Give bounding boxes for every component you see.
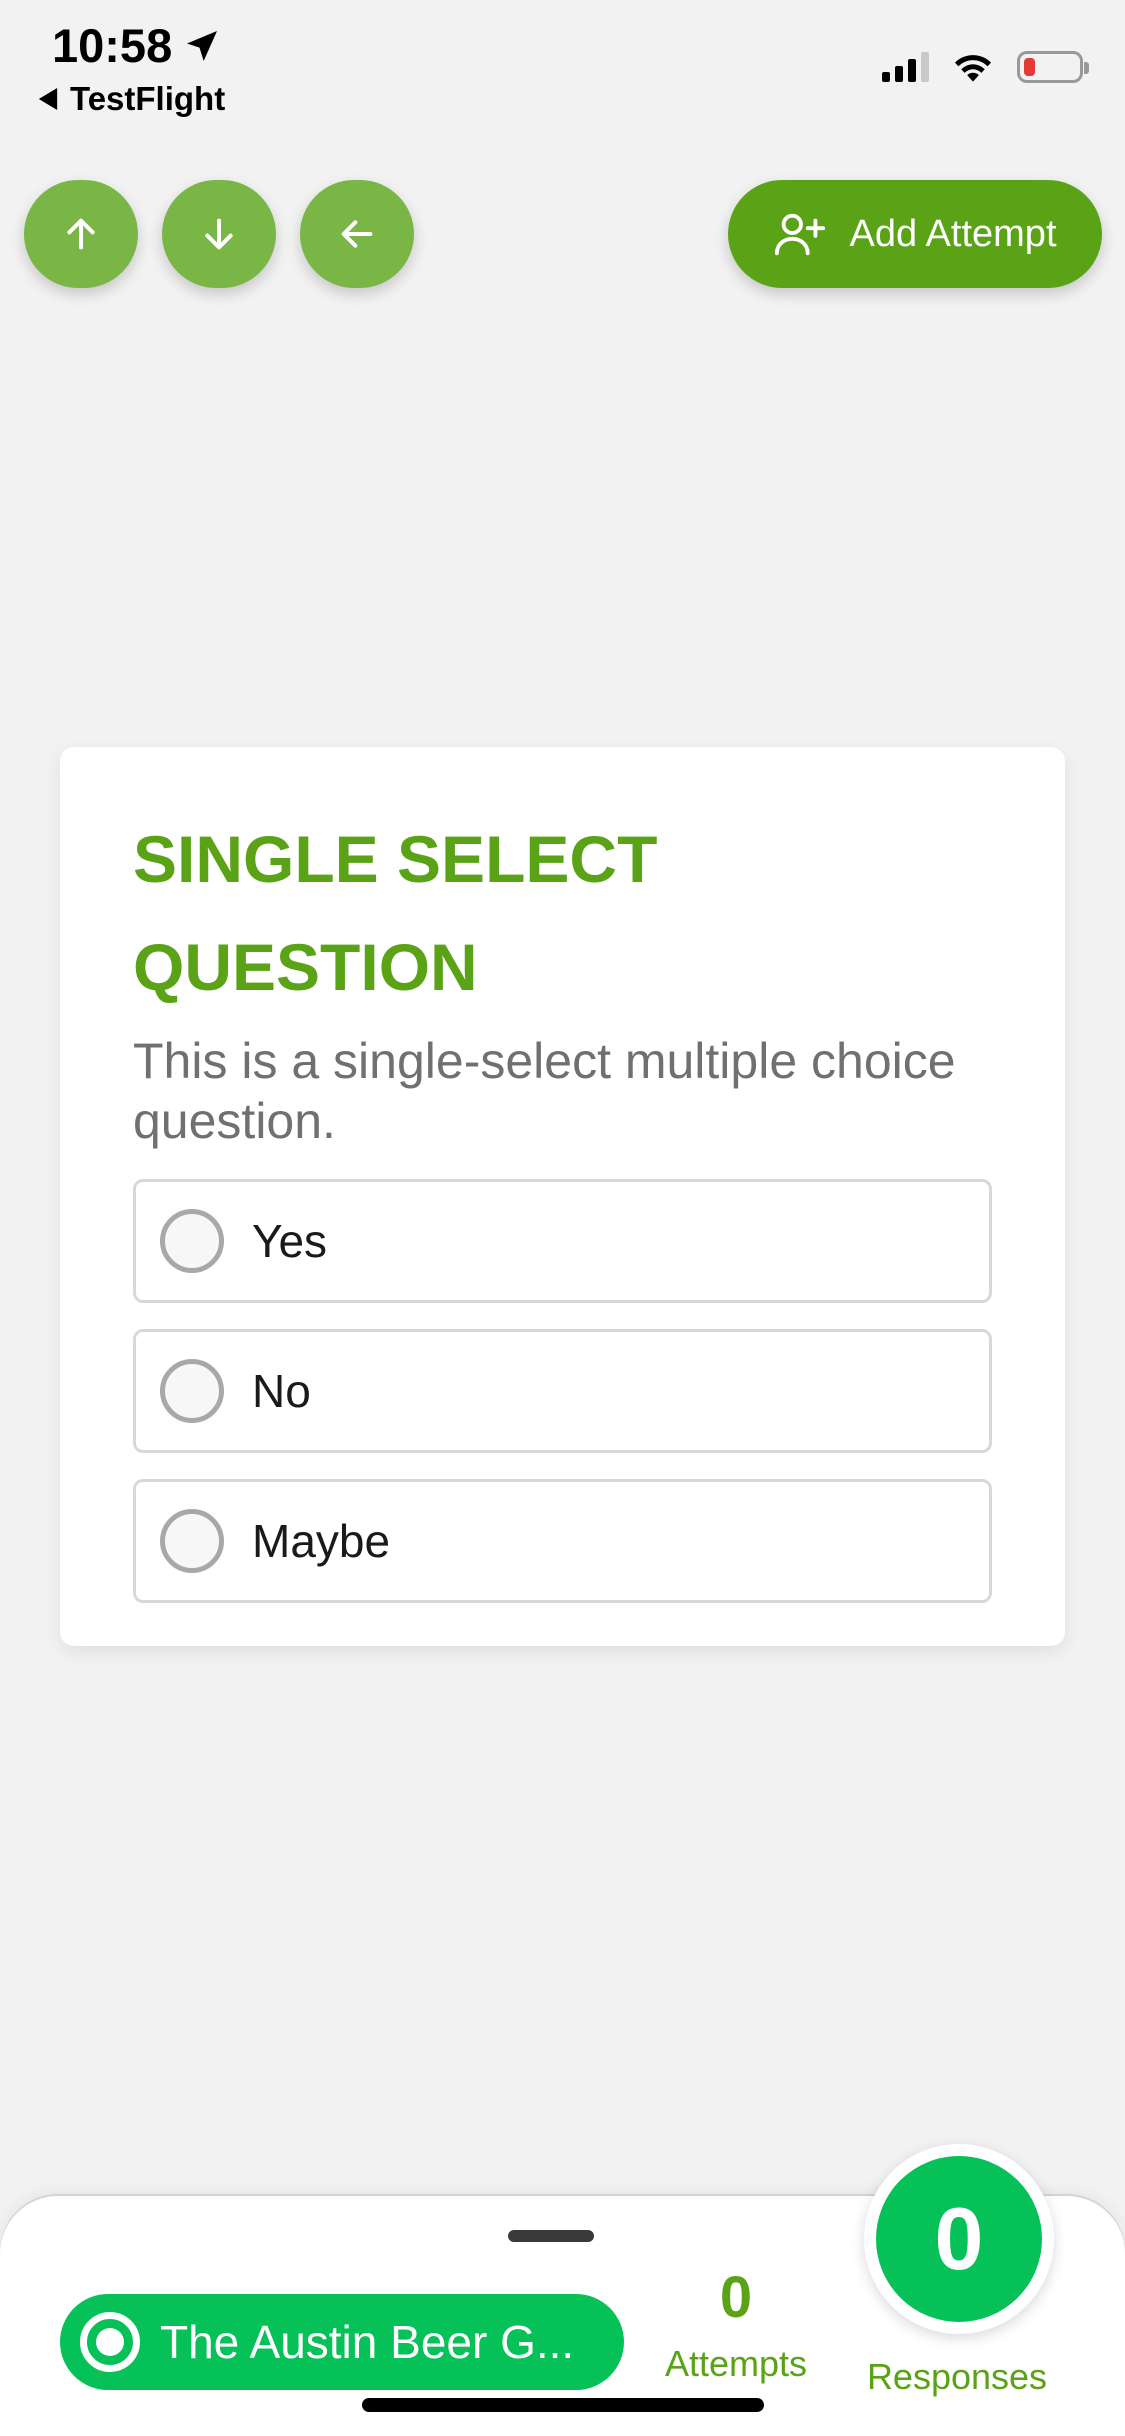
responses-count: 0: [934, 2189, 984, 2288]
back-triangle-icon: [38, 88, 58, 110]
arrow-left-icon: [341, 220, 373, 248]
status-time: 10:58: [52, 18, 222, 73]
responses-stat: Responses: [852, 2356, 1062, 2398]
sheet-grabber[interactable]: [508, 2230, 594, 2242]
arrow-down-icon: [205, 218, 233, 250]
status-icons: [882, 50, 1089, 84]
attempts-label: Attempts: [664, 2343, 808, 2384]
back-app-label: TestFlight: [70, 80, 226, 117]
battery-icon: [1017, 51, 1089, 83]
status-bar: 10:58 TestFlight: [0, 0, 1125, 130]
radio-target-icon: [80, 2312, 140, 2372]
location-selector[interactable]: The Austin Beer G...: [60, 2294, 624, 2390]
option-yes[interactable]: Yes: [133, 1179, 992, 1303]
add-user-icon: [775, 213, 826, 256]
option-label: Maybe: [252, 1515, 391, 1567]
location-arrow-icon: [187, 30, 218, 61]
radio-button[interactable]: [160, 1509, 224, 1573]
add-attempt-button[interactable]: Add Attempt: [728, 180, 1102, 288]
question-description: This is a single-select multiple choice …: [133, 1033, 956, 1149]
back-button[interactable]: [300, 180, 414, 288]
question-card: SINGLE SELECT QUESTION This is a single-…: [60, 747, 1065, 1646]
cellular-signal-icon: [882, 52, 929, 82]
option-maybe[interactable]: Maybe: [133, 1479, 992, 1603]
question-title: SINGLE SELECT QUESTION: [133, 822, 658, 1004]
arrow-up-icon: [67, 218, 95, 250]
wifi-icon: [955, 55, 991, 82]
location-label: The Austin Beer G...: [160, 2316, 575, 2368]
previous-question-button[interactable]: [24, 180, 138, 288]
responses-label: Responses: [866, 2356, 1048, 2397]
option-label: Yes: [252, 1215, 328, 1267]
radio-button[interactable]: [160, 1359, 224, 1423]
attempts-count: 0: [719, 2265, 753, 2330]
option-label: No: [252, 1365, 311, 1417]
add-attempt-label: Add Attempt: [849, 212, 1057, 255]
option-no[interactable]: No: [133, 1329, 992, 1453]
attempts-stat: 0 Attempts: [656, 2264, 816, 2385]
next-question-button[interactable]: [162, 180, 276, 288]
responses-count-button[interactable]: 0: [864, 2144, 1054, 2334]
time-text: 10:58: [52, 19, 173, 72]
home-indicator: [362, 2398, 764, 2412]
radio-button[interactable]: [160, 1209, 224, 1273]
back-to-testflight[interactable]: TestFlight: [38, 80, 225, 118]
